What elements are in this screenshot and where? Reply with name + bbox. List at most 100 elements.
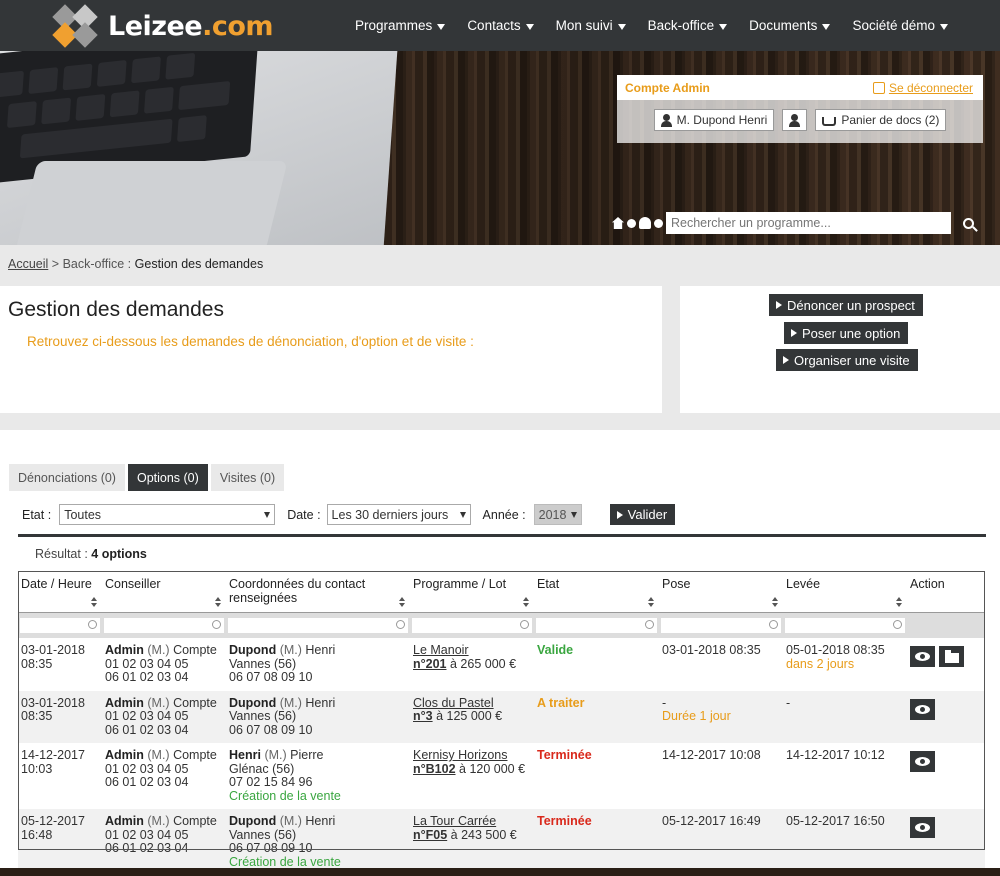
validate-button[interactable]: Valider: [609, 504, 676, 525]
sort-icon[interactable]: [399, 597, 405, 607]
sort-icon[interactable]: [648, 597, 654, 607]
title-panel: Gestion des demandes Retrouvez ci-dessou…: [0, 286, 662, 413]
basket-icon: [822, 117, 837, 126]
place-option-button[interactable]: Poser une option: [784, 322, 909, 344]
breadcrumb-home-link[interactable]: Accueil: [8, 257, 48, 271]
user-icon: [660, 113, 672, 127]
status-badge: Terminée: [537, 748, 592, 762]
view-button[interactable]: [910, 646, 935, 667]
user-profile-button[interactable]: M. Dupond Henri: [653, 109, 775, 131]
annee-select[interactable]: 2018: [533, 504, 582, 525]
play-icon: [616, 510, 623, 519]
filter-conseiller-input[interactable]: [104, 618, 224, 633]
play-icon: [783, 356, 789, 364]
account-title: Compte Admin: [625, 80, 710, 95]
sort-icon[interactable]: [523, 597, 529, 607]
denounce-prospect-button[interactable]: Dénoncer un prospect: [769, 294, 923, 316]
user-icon[interactable]: [639, 217, 651, 229]
col-conseiller[interactable]: Conseiller: [102, 571, 226, 613]
tab-visites[interactable]: Visites (0): [210, 464, 285, 491]
filter-date-input[interactable]: [20, 618, 100, 633]
chevron-down-icon: [437, 23, 446, 30]
nav-contacts[interactable]: Contacts: [467, 18, 534, 33]
circle-icon[interactable]: [627, 219, 636, 228]
add-folder-button[interactable]: [939, 646, 964, 667]
filter-etat-input[interactable]: [536, 618, 657, 633]
col-coordonnees[interactable]: Coordonnées du contact renseignées: [226, 571, 410, 613]
chevron-down-icon: [264, 511, 271, 518]
organize-visit-button[interactable]: Organiser une visite: [776, 349, 918, 371]
nav-societe-demo[interactable]: Société démo: [852, 18, 948, 33]
eye-icon: [915, 652, 930, 661]
options-table: Date / Heure Conseiller Coordonnées du c…: [18, 571, 985, 875]
filter-pose-input[interactable]: [661, 618, 781, 633]
circle-icon[interactable]: [654, 219, 663, 228]
search-input[interactable]: [666, 212, 951, 234]
col-action: Action: [907, 571, 985, 613]
account-panel: Compte Admin Se déconnecter M. Dupond He…: [617, 75, 983, 143]
home-icon[interactable]: [612, 217, 624, 229]
table-filter-row: [18, 612, 985, 638]
doc-cart-button[interactable]: Panier de docs (2): [815, 109, 947, 131]
logout-link[interactable]: Se déconnecter: [872, 81, 973, 95]
programme-link[interactable]: Clos du Pastel: [413, 696, 531, 711]
chevron-down-icon: [617, 23, 626, 30]
filter-programme-input[interactable]: [412, 618, 532, 633]
footer-strip: [0, 868, 1000, 876]
search-bar: [612, 212, 983, 234]
actions-panel: Dénoncer un prospect Poser une option Or…: [680, 286, 1000, 413]
search-icon: [396, 620, 405, 629]
search-icon: [212, 620, 221, 629]
chevron-down-icon: [940, 23, 948, 30]
play-icon: [776, 301, 782, 309]
sort-icon[interactable]: [772, 597, 778, 607]
search-button[interactable]: [953, 212, 983, 234]
sort-icon[interactable]: [896, 597, 902, 607]
nav-documents[interactable]: Documents: [749, 18, 831, 33]
lot-link[interactable]: n°3: [413, 709, 433, 723]
sort-icon[interactable]: [91, 597, 97, 607]
programme-link[interactable]: Le Manoir: [413, 643, 531, 658]
chevron-down-icon: [525, 23, 534, 30]
view-button[interactable]: [910, 698, 935, 720]
nav-programmes[interactable]: Programmes: [355, 18, 446, 33]
status-badge: Valide: [537, 643, 574, 657]
col-date[interactable]: Date / Heure: [18, 571, 102, 613]
nav-mon-suivi[interactable]: Mon suivi: [556, 18, 626, 33]
eye-icon: [915, 757, 930, 766]
programme-link[interactable]: La Tour Carrée: [413, 814, 531, 829]
status-badge: Terminée: [537, 814, 592, 828]
divider: [18, 534, 986, 537]
laptop-image: [0, 51, 401, 245]
switch-user-button[interactable]: [782, 109, 808, 131]
lot-link[interactable]: n°B102: [413, 762, 456, 776]
lot-link[interactable]: n°201: [413, 657, 447, 671]
logo[interactable]: Leizee.com: [52, 4, 274, 48]
breadcrumb-section: Back-office: [62, 257, 125, 271]
date-select[interactable]: Les 30 derniers jours: [326, 504, 471, 525]
col-programme[interactable]: Programme / Lot: [410, 571, 534, 613]
chevron-down-icon: [719, 23, 728, 30]
search-icon: [893, 620, 902, 629]
col-etat[interactable]: Etat: [534, 571, 659, 613]
filter-levee-input[interactable]: [785, 618, 905, 633]
eye-icon: [915, 823, 930, 832]
table-row: 05-12-2017 16:48 Admin (M.) Compte 01 02 0…: [18, 809, 985, 875]
play-icon: [791, 329, 797, 337]
sort-icon[interactable]: [215, 597, 221, 607]
programme-link[interactable]: Kernisy Horizons: [413, 748, 531, 763]
tab-denonciations[interactable]: Dénonciations (0): [9, 464, 125, 491]
breadcrumb-current: Gestion des demandes: [134, 257, 264, 271]
col-levee[interactable]: Levée: [783, 571, 907, 613]
lot-link[interactable]: n°F05: [413, 828, 447, 842]
view-button[interactable]: [910, 817, 935, 838]
etat-select[interactable]: Toutes: [59, 504, 276, 525]
nav-back-office[interactable]: Back-office: [648, 18, 728, 33]
logout-icon: [872, 81, 885, 94]
view-button[interactable]: [910, 751, 935, 772]
tab-options[interactable]: Options (0): [127, 464, 208, 491]
col-pose[interactable]: Pose: [659, 571, 783, 613]
search-icon: [520, 620, 529, 629]
chevron-down-icon: [570, 511, 577, 518]
filter-coordonnees-input[interactable]: [228, 618, 408, 633]
